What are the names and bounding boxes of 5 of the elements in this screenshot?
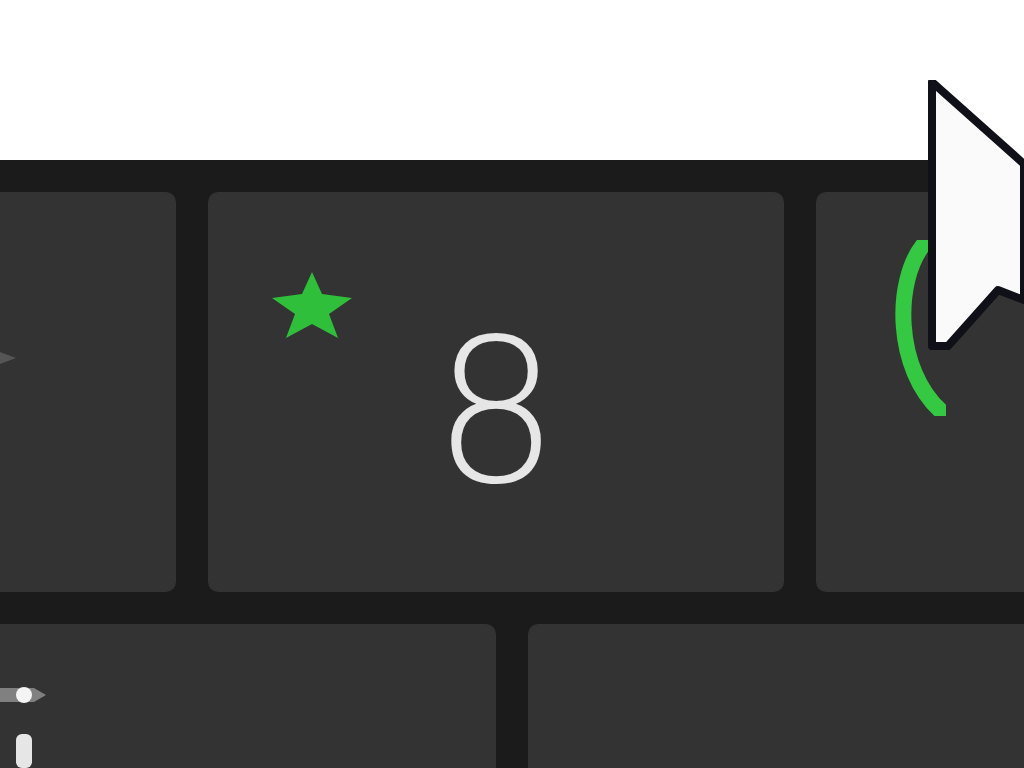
arc-icon bbox=[894, 240, 946, 416]
key-label: 8 bbox=[432, 312, 560, 512]
arrow-icon bbox=[0, 352, 16, 364]
keyboard-key[interactable]: 8 bbox=[208, 192, 784, 592]
slider-icon bbox=[0, 686, 48, 768]
